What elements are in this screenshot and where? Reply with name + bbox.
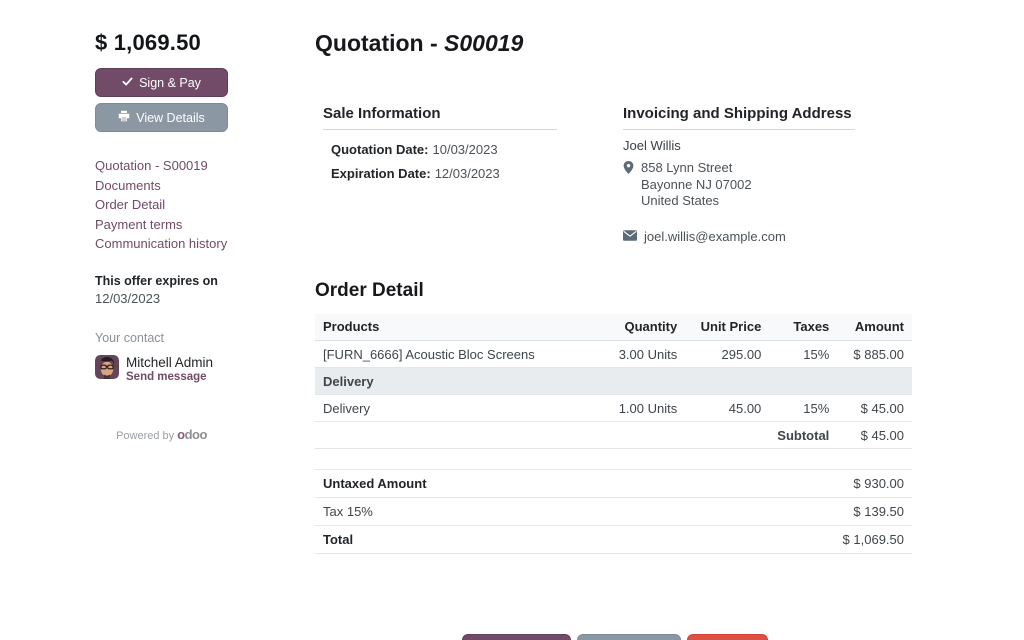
contact-name: Mitchell Admin xyxy=(126,355,213,370)
expiry-label: This offer expires on xyxy=(95,274,228,288)
view-details-label: View Details xyxy=(136,111,205,125)
sale-information: Sale Information Quotation Date:10/03/20… xyxy=(323,105,557,244)
address-country: United States xyxy=(641,194,752,209)
email-row: joel.willis@example.com xyxy=(623,229,855,244)
nav-link-communication-history[interactable]: Communication history xyxy=(95,234,228,254)
col-products: Products xyxy=(315,314,581,341)
untaxed-amount-row: Untaxed Amount $ 930.00 xyxy=(315,470,912,498)
footer-sign-pay-button[interactable]: Sign & Pay xyxy=(462,634,571,640)
table-header-row: Products Quantity Unit Price Taxes Amoun… xyxy=(315,314,912,341)
customer-email-link[interactable]: joel.willis@example.com xyxy=(644,229,786,244)
total-row: Total $ 1,069.50 xyxy=(315,526,912,554)
section-row-delivery: Delivery xyxy=(315,368,912,395)
subtotal-label: Subtotal xyxy=(769,422,837,449)
expiration-date-row: Expiration Date:12/03/2023 xyxy=(331,166,557,181)
sign-pay-button[interactable]: Sign & Pay xyxy=(95,68,228,97)
avatar xyxy=(95,355,119,379)
envelope-icon xyxy=(623,229,637,244)
action-footer: Sign & Pay Feedback Reject xyxy=(315,634,915,640)
tax-row: Tax 15% $ 139.50 xyxy=(315,498,912,526)
printer-icon xyxy=(118,110,130,125)
order-detail-heading: Order Detail xyxy=(315,280,915,302)
odoo-logo: odoo xyxy=(177,427,207,442)
info-section: Sale Information Quotation Date:10/03/20… xyxy=(315,105,915,244)
view-details-button[interactable]: View Details xyxy=(95,103,228,132)
customer-name: Joel Willis xyxy=(623,138,855,153)
order-line-row: Delivery 1.00 Units 45.00 15% $ 45.00 xyxy=(315,395,912,422)
address-city: Bayonne NJ 07002 xyxy=(641,178,752,193)
subtotal-row: Subtotal $ 45.00 xyxy=(315,422,912,449)
col-unit-price: Unit Price xyxy=(685,314,769,341)
col-amount: Amount xyxy=(837,314,912,341)
nav-link-payment-terms[interactable]: Payment terms xyxy=(95,215,228,235)
nav-link-documents[interactable]: Documents xyxy=(95,176,228,196)
sidebar: $ 1,069.50 Sign & Pay View Details Quota… xyxy=(95,30,228,640)
expiry-date: 12/03/2023 xyxy=(95,291,228,306)
contact-card: Mitchell Admin Send message xyxy=(95,355,228,383)
check-icon xyxy=(122,76,133,90)
quotation-portal-page: $ 1,069.50 Sign & Pay View Details Quota… xyxy=(0,0,1024,640)
col-taxes: Taxes xyxy=(769,314,837,341)
main-content: Quotation - S00019 Sale Information Quot… xyxy=(315,30,915,640)
page-title: Quotation - S00019 xyxy=(315,30,915,57)
address-heading: Invoicing and Shipping Address xyxy=(623,105,855,130)
subtotal-amount: $ 45.00 xyxy=(837,422,912,449)
order-lines-table: Products Quantity Unit Price Taxes Amoun… xyxy=(315,314,912,450)
powered-by: Powered byodoo xyxy=(95,427,228,442)
quotation-reference: S00019 xyxy=(444,30,523,56)
totals-table: Untaxed Amount $ 930.00 Tax 15% $ 139.50… xyxy=(315,469,912,554)
sale-information-heading: Sale Information xyxy=(323,105,557,130)
invoicing-shipping-address: Invoicing and Shipping Address Joel Will… xyxy=(623,105,855,244)
offer-expiry: This offer expires on 12/03/2023 xyxy=(95,274,228,306)
address-street: 858 Lynn Street xyxy=(641,161,752,176)
send-message-link[interactable]: Send message xyxy=(126,371,213,383)
postal-address: 858 Lynn Street Bayonne NJ 07002 United … xyxy=(623,161,855,211)
quotation-date-row: Quotation Date:10/03/2023 xyxy=(331,142,557,157)
amount-due: $ 1,069.50 xyxy=(95,30,228,56)
order-line-row: [FURN_6666] Acoustic Bloc Screens 3.00 U… xyxy=(315,341,912,368)
col-quantity: Quantity xyxy=(581,314,685,341)
map-pin-icon xyxy=(623,161,634,211)
sign-pay-label: Sign & Pay xyxy=(139,76,201,90)
contact-section-label: Your contact xyxy=(95,331,228,345)
nav-link-quotation[interactable]: Quotation - S00019 xyxy=(95,156,228,176)
feedback-button[interactable]: Feedback xyxy=(577,634,681,640)
reject-button[interactable]: Reject xyxy=(687,634,768,640)
nav-link-order-detail[interactable]: Order Detail xyxy=(95,195,228,215)
sidebar-nav: Quotation - S00019 Documents Order Detai… xyxy=(95,156,228,254)
